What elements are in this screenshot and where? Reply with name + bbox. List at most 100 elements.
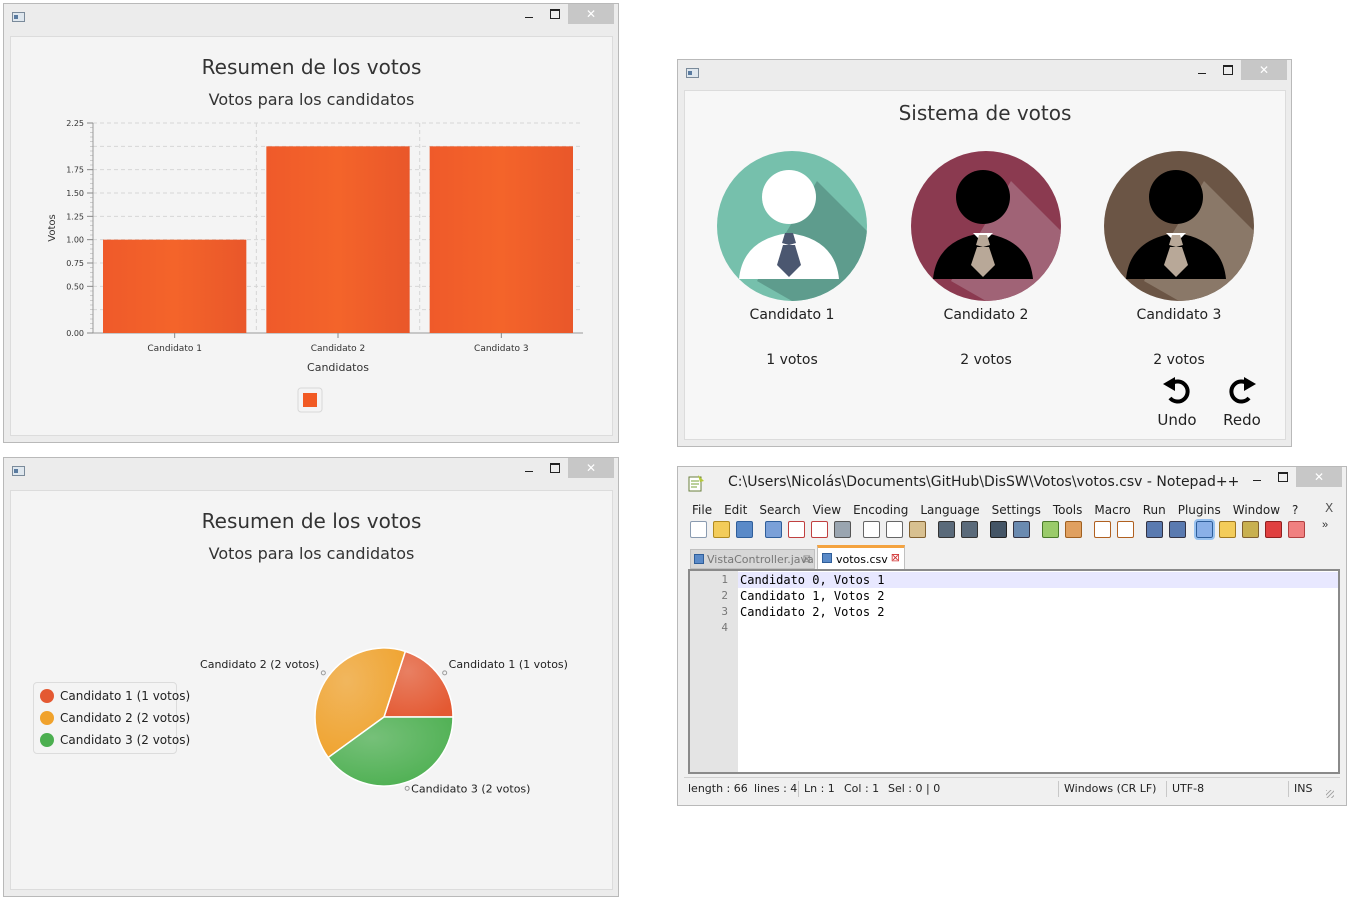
bar[interactable] bbox=[103, 239, 247, 333]
minimize-button[interactable] bbox=[1244, 467, 1270, 487]
toolbar-overflow-icon[interactable]: » bbox=[1322, 519, 1328, 531]
zoom-in-icon[interactable] bbox=[1042, 521, 1059, 538]
x-tick-label: Candidato 1 bbox=[147, 344, 202, 354]
x-tick-label: Candidato 3 bbox=[474, 344, 529, 354]
copy-icon[interactable] bbox=[886, 521, 903, 538]
y-tick-label: 1.25 bbox=[66, 212, 84, 221]
legend-swatch bbox=[303, 393, 317, 407]
function-list-icon[interactable] bbox=[1242, 521, 1259, 538]
folder-icon[interactable] bbox=[1288, 521, 1305, 538]
resize-grip-icon[interactable] bbox=[1326, 790, 1334, 798]
menu-item[interactable]: Encoding bbox=[853, 503, 908, 517]
candidate-3-avatar[interactable] bbox=[1104, 151, 1254, 301]
candidate-1-avatar[interactable] bbox=[717, 151, 867, 301]
wrap-icon[interactable] bbox=[1146, 521, 1163, 538]
menu-item[interactable]: Run bbox=[1143, 503, 1166, 517]
close-file-icon[interactable] bbox=[788, 521, 805, 538]
menu-item[interactable]: View bbox=[813, 503, 841, 517]
close-all-icon[interactable] bbox=[811, 521, 828, 538]
find-icon[interactable] bbox=[990, 521, 1007, 538]
menu-bar: File Edit Search View Encoding Language Settin… bbox=[692, 501, 1310, 519]
menu-item[interactable]: ? bbox=[1292, 503, 1298, 517]
menu-item[interactable]: Macro bbox=[1094, 503, 1130, 517]
undo-icon[interactable] bbox=[938, 521, 955, 538]
save-all-icon[interactable] bbox=[765, 521, 782, 538]
window-app-icon bbox=[12, 12, 25, 22]
pie-chart-window: ✕ Resumen de los votos Votos para los ca… bbox=[3, 457, 619, 897]
doc-map-icon[interactable] bbox=[1219, 521, 1236, 538]
y-tick-label: 0.00 bbox=[66, 329, 84, 338]
candidate-1-name: Candidato 1 bbox=[749, 307, 835, 323]
close-button[interactable]: ✕ bbox=[568, 4, 614, 24]
sync-v-icon[interactable] bbox=[1094, 521, 1111, 538]
print-icon[interactable] bbox=[834, 521, 851, 538]
menu-item[interactable]: Tools bbox=[1053, 503, 1083, 517]
menu-item[interactable]: File bbox=[692, 503, 712, 517]
tab-close-icon[interactable]: ⊠ bbox=[803, 550, 811, 570]
zoom-out-icon[interactable] bbox=[1065, 521, 1082, 538]
minimize-button[interactable] bbox=[516, 4, 542, 24]
tab-votos-csv[interactable]: votos.csv ⊠ bbox=[817, 545, 905, 569]
sync-h-icon[interactable] bbox=[1117, 521, 1134, 538]
close-button[interactable]: ✕ bbox=[1241, 60, 1287, 80]
close-button[interactable]: ✕ bbox=[568, 458, 614, 478]
redo-button[interactable]: Redo bbox=[1217, 375, 1267, 431]
code-line[interactable] bbox=[738, 620, 1338, 636]
tab-close-icon[interactable]: ⊠ bbox=[891, 546, 900, 570]
window-app-icon bbox=[12, 466, 25, 476]
open-file-icon[interactable] bbox=[713, 521, 730, 538]
menu-item[interactable]: Window bbox=[1233, 503, 1280, 517]
y-tick-label: 0.75 bbox=[66, 259, 84, 268]
close-button[interactable]: ✕ bbox=[1296, 467, 1342, 487]
menu-item[interactable]: Language bbox=[920, 503, 979, 517]
cut-icon[interactable] bbox=[863, 521, 880, 538]
minimize-button[interactable] bbox=[516, 458, 542, 478]
menu-item[interactable]: Edit bbox=[724, 503, 747, 517]
bar[interactable] bbox=[266, 146, 410, 333]
code-line[interactable]: Candidato 1, Votos 2 bbox=[738, 588, 1338, 604]
tab-vistacontroller[interactable]: VistaController.java ⊠ bbox=[690, 549, 815, 569]
pie-label-marker bbox=[320, 670, 326, 676]
person-head-icon bbox=[956, 170, 1010, 224]
save-icon[interactable] bbox=[736, 521, 753, 538]
maximize-button[interactable] bbox=[542, 458, 568, 478]
new-file-icon[interactable] bbox=[690, 521, 707, 538]
replace-icon[interactable] bbox=[1013, 521, 1030, 538]
menu-item[interactable]: Settings bbox=[992, 503, 1041, 517]
code-area[interactable]: Candidato 0, Votos 1 Candidato 1, Votos … bbox=[738, 571, 1338, 636]
title-bar: ✕ bbox=[4, 458, 618, 482]
pie-label-marker bbox=[442, 670, 448, 676]
maximize-button[interactable] bbox=[1215, 60, 1241, 80]
pie-slice-label: Candidato 3 (2 votos) bbox=[411, 782, 530, 795]
maximize-button[interactable] bbox=[1270, 467, 1296, 487]
status-separator bbox=[1288, 781, 1289, 797]
bar-chart-area: Resumen de los votos Votos para los cand… bbox=[10, 36, 613, 436]
redo-icon[interactable] bbox=[961, 521, 978, 538]
menu-item[interactable]: Search bbox=[759, 503, 800, 517]
save-icon bbox=[694, 554, 704, 564]
code-line[interactable]: Candidato 2, Votos 2 bbox=[738, 604, 1338, 620]
status-column: Col : 1 bbox=[844, 782, 880, 795]
paste-icon[interactable] bbox=[909, 521, 926, 538]
redo-icon bbox=[1229, 377, 1256, 404]
candidate-3-votes: 2 votos bbox=[1153, 352, 1205, 368]
status-selection: Sel : 0 | 0 bbox=[888, 782, 941, 795]
window-app-icon bbox=[686, 68, 699, 78]
indent-guide-icon[interactable] bbox=[1194, 519, 1215, 540]
maximize-button[interactable] bbox=[542, 4, 568, 24]
status-eol: Windows (CR LF) bbox=[1064, 782, 1157, 795]
show-all-chars-icon[interactable] bbox=[1169, 521, 1186, 538]
bar-chart: 0.00 0.50 0.75 1.00 1.25 1.50 1.75 2.25 Candidat… bbox=[47, 119, 583, 413]
undo-button[interactable]: Undo bbox=[1152, 375, 1202, 431]
candidate-2-avatar[interactable] bbox=[911, 151, 1061, 301]
macro-record-icon[interactable] bbox=[1265, 521, 1282, 538]
voting-area: Sistema de votos Candidato 1 1 votos Can… bbox=[684, 90, 1286, 440]
code-line-current[interactable]: Candidato 0, Votos 1 bbox=[738, 572, 1338, 588]
menu-item[interactable]: Plugins bbox=[1178, 503, 1221, 517]
y-tick-label: 1.75 bbox=[66, 166, 84, 175]
person-head-icon bbox=[1149, 170, 1203, 224]
bar[interactable] bbox=[429, 146, 573, 333]
editor[interactable]: 1 2 3 4 Candidato 0, Votos 1 Candidato 1… bbox=[688, 569, 1340, 774]
menu-close-button[interactable]: X bbox=[1325, 501, 1333, 515]
minimize-button[interactable] bbox=[1189, 60, 1215, 80]
